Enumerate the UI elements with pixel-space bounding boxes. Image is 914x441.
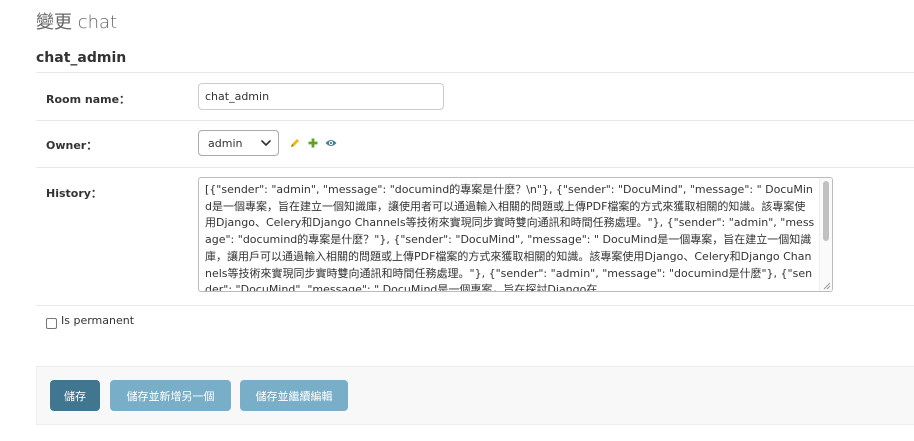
save-and-add-another-button[interactable]: 儲存並新增另一個 bbox=[110, 380, 231, 411]
object-name: chat_admin bbox=[36, 50, 127, 66]
divider bbox=[36, 305, 914, 306]
is-permanent-checkbox[interactable] bbox=[46, 318, 57, 329]
save-and-continue-button[interactable]: 儲存並繼續編輯 bbox=[240, 380, 348, 411]
owner-select-value: admin bbox=[208, 137, 243, 150]
room-name-label: Room name： bbox=[46, 93, 131, 106]
history-label: History： bbox=[46, 187, 102, 200]
plus-icon[interactable] bbox=[308, 138, 318, 148]
room-name-input[interactable] bbox=[198, 83, 444, 110]
history-text: [{"sender": "admin", "message": "documin… bbox=[205, 183, 815, 292]
divider bbox=[36, 167, 914, 168]
scrollbar-thumb[interactable] bbox=[823, 181, 829, 241]
chevron-down-icon bbox=[261, 140, 271, 146]
eye-icon[interactable] bbox=[325, 138, 337, 148]
owner-label: Owner： bbox=[46, 139, 98, 152]
is-permanent-label[interactable]: Is permanent bbox=[61, 314, 134, 327]
save-button[interactable]: 儲存 bbox=[50, 380, 100, 411]
page-title: 變更 chat bbox=[36, 12, 118, 33]
divider bbox=[36, 120, 914, 121]
pencil-icon[interactable] bbox=[290, 138, 300, 148]
resize-grip-icon[interactable] bbox=[823, 282, 831, 290]
history-textarea[interactable]: [{"sender": "admin", "message": "documin… bbox=[198, 177, 833, 292]
owner-select[interactable]: admin bbox=[198, 130, 279, 156]
textarea-scrollbar[interactable] bbox=[819, 178, 832, 291]
submit-row: 儲存 儲存並新增另一個 儲存並繼續編輯 bbox=[36, 366, 914, 425]
divider bbox=[36, 72, 914, 73]
